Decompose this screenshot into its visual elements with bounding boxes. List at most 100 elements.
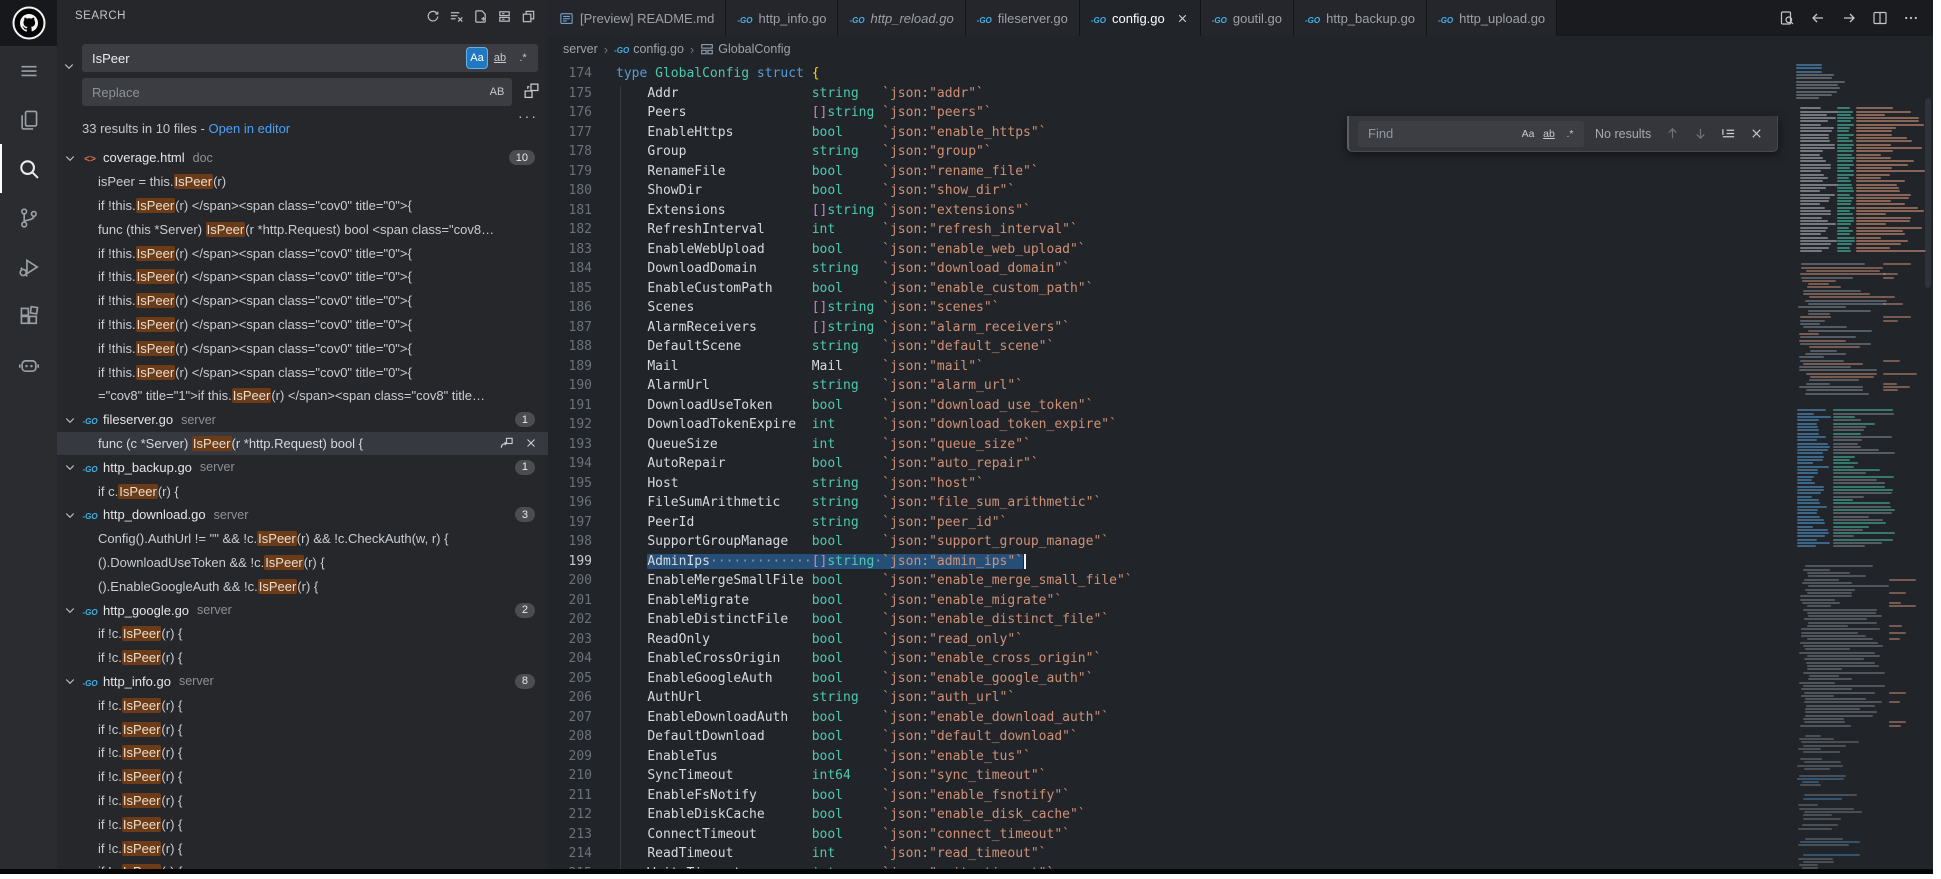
menu-icon[interactable] [0, 46, 57, 95]
search-result-match[interactable]: if !c.IsPeer(r) { [57, 741, 548, 765]
code-line: 196 FileSumArithmetic string `json:"file… [548, 493, 1793, 513]
search-result-match[interactable]: if c.IsPeer(r) { [57, 479, 548, 503]
toggle-replace-chevron[interactable] [59, 56, 79, 76]
close-tab-icon[interactable] [1176, 12, 1189, 25]
search-result-match[interactable]: if !c.IsPeer(r) { [57, 693, 548, 717]
search-result-match[interactable]: isPeer = this.IsPeer(r) [57, 170, 548, 194]
find-input[interactable] [1366, 125, 1515, 142]
code-editor[interactable]: 174type GlobalConfig struct {175 Addr st… [548, 62, 1933, 869]
code-line: 212 EnableDiskCache bool `json:"enable_d… [548, 805, 1793, 825]
code-line: 184 DownloadDomain string `json:"downloa… [548, 259, 1793, 279]
copilot-chat-icon[interactable] [0, 340, 57, 389]
search-result-match[interactable]: Config().AuthUrl != "" && !c.IsPeer(r) &… [57, 527, 548, 551]
breadcrumb-item[interactable]: GlobalConfig [700, 42, 790, 56]
search-result-match[interactable]: ().DownloadUseToken && !c.IsPeer(r) { [57, 551, 548, 575]
whole-word-toggle[interactable]: ab [490, 48, 510, 68]
markdown-preview-icon [559, 11, 574, 26]
search-result-match[interactable]: if !c.IsPeer(r) { [57, 789, 548, 813]
back-icon[interactable] [1810, 10, 1826, 26]
search-result-match[interactable]: if !this.IsPeer(r) </span><span class="c… [57, 313, 548, 337]
code-line: 213 ConnectTimeout bool `json:"connect_t… [548, 825, 1793, 845]
collapse-all-icon[interactable] [497, 9, 512, 24]
tab-http-backup.go[interactable]: -GOhttp_backup.go [1294, 0, 1427, 36]
match-count-badge: 3 [515, 507, 535, 522]
search-result-match[interactable]: func (c *Server) IsPeer(r *http.Request)… [57, 432, 548, 456]
tab-fileserver.go[interactable]: -GOfileserver.go [966, 0, 1080, 36]
next-match-icon[interactable] [1693, 126, 1708, 141]
search-result-match[interactable]: if !c.IsPeer(r) { [57, 812, 548, 836]
tab-http-upload.go[interactable]: -GOhttp_upload.go [1427, 0, 1557, 36]
preserve-case-toggle[interactable]: AB [487, 82, 507, 102]
search-result-match[interactable]: if !c.IsPeer(r) { [57, 765, 548, 789]
explorer-icon[interactable] [0, 95, 57, 144]
code-line: 186 Scenes []string `json:"scenes"` [548, 298, 1793, 318]
regex-toggle[interactable]: .* [513, 48, 533, 68]
close-find-icon[interactable] [1749, 126, 1764, 141]
split-editor-icon[interactable] [1872, 10, 1888, 26]
search-result-match[interactable]: if !c.IsPeer(r) { [57, 717, 548, 741]
search-icon[interactable] [0, 144, 57, 193]
run-debug-icon[interactable] [0, 242, 57, 291]
search-sidebar: SEARCH Aa ab .* AB ··· [57, 0, 548, 869]
toggle-search-details[interactable]: ··· [518, 108, 538, 124]
tab-http-info.go[interactable]: -GOhttp_info.go [726, 0, 838, 36]
clear-search-results-icon[interactable] [449, 9, 464, 24]
match-count-badge: 2 [515, 603, 535, 618]
search-result-match[interactable]: if !this.IsPeer(r) </span><span class="c… [57, 289, 548, 313]
previous-match-icon[interactable] [1665, 126, 1680, 141]
search-result-match[interactable]: func (this *Server) IsPeer(r *http.Reque… [57, 217, 548, 241]
open-new-search-editor-icon[interactable] [473, 9, 488, 24]
search-result-match[interactable]: if !this.IsPeer(r) </span><span class="c… [57, 194, 548, 218]
search-result-match[interactable]: if !this.IsPeer(r) </span><span class="c… [57, 265, 548, 289]
search-result-match[interactable]: if !c.IsPeer(r) { [57, 836, 548, 860]
minimap[interactable] [1793, 62, 1923, 869]
html-file-icon: <> [80, 150, 100, 165]
search-result-match[interactable]: if !c.IsPeer(r) { [57, 860, 548, 869]
search-result-file[interactable]: -GOhttp_info.goserver8 [57, 670, 548, 694]
replace-input[interactable] [90, 84, 483, 101]
search-result-match[interactable]: ().EnableGoogleAuth && !c.IsPeer(r) { [57, 574, 548, 598]
more-actions-icon[interactable] [1903, 10, 1919, 26]
search-input[interactable] [90, 50, 463, 67]
extensions-icon[interactable] [0, 291, 57, 340]
search-result-file[interactable]: -GOhttp_backup.goserver1 [57, 455, 548, 479]
open-in-editor-panel-icon[interactable] [521, 9, 536, 24]
breadcrumb-item[interactable]: server [563, 42, 598, 56]
search-result-file[interactable]: -GOhttp_google.goserver2 [57, 598, 548, 622]
breadcrumb-item[interactable]: -GOconfig.go [614, 42, 684, 56]
code-line: 190 AlarmUrl string `json:"alarm_url"` [548, 376, 1793, 396]
find-whole-word-toggle[interactable]: ab [1540, 125, 1558, 143]
find-in-selection-icon[interactable] [1721, 126, 1736, 141]
open-in-editor-link[interactable]: Open in editor [208, 121, 290, 136]
search-result-file[interactable]: -GOhttp_download.goserver3 [57, 503, 548, 527]
tab-goutil.go[interactable]: -GOgoutil.go [1201, 0, 1294, 36]
code-line: 204 EnableCrossOrigin bool `json:"enable… [548, 649, 1793, 669]
account-avatar[interactable] [0, 0, 57, 46]
code-line: 188 DefaultScene string `json:"default_s… [548, 337, 1793, 357]
tab-config.go[interactable]: -GOconfig.go [1080, 0, 1201, 36]
source-control-icon[interactable] [0, 193, 57, 242]
find-regex-toggle[interactable]: .* [1561, 125, 1579, 143]
search-result-match[interactable]: if !c.IsPeer(r) { [57, 646, 548, 670]
search-result-match[interactable]: if !this.IsPeer(r) </span><span class="c… [57, 336, 548, 360]
search-result-file[interactable]: -GOfileserver.goserver1 [57, 408, 548, 432]
code-line: 208 DefaultDownload bool `json:"default_… [548, 727, 1793, 747]
search-result-match[interactable]: ="cov8" title="1">if this.IsPeer(r) </sp… [57, 384, 548, 408]
replace-match-icon[interactable] [499, 436, 514, 451]
dismiss-match-icon[interactable] [524, 436, 538, 450]
search-result-match[interactable]: if !this.IsPeer(r) </span><span class="c… [57, 241, 548, 265]
open-changes-icon[interactable] [1779, 10, 1795, 26]
code-line: 201 EnableMigrate bool `json:"enable_mig… [548, 591, 1793, 611]
search-result-file[interactable]: <>coverage.htmldoc10 [57, 146, 548, 170]
find-match-case-toggle[interactable]: Aa [1519, 125, 1537, 143]
forward-icon[interactable] [1841, 10, 1857, 26]
replace-all-button[interactable] [523, 82, 540, 99]
match-case-toggle[interactable]: Aa [467, 48, 487, 68]
editor-scrollbar[interactable] [1923, 62, 1933, 869]
tab--preview-readme.md[interactable]: [Preview] README.md [548, 0, 726, 36]
code-line: 206 AuthUrl string `json:"auth_url"` [548, 688, 1793, 708]
search-result-match[interactable]: if !this.IsPeer(r) </span><span class="c… [57, 360, 548, 384]
refresh-icon[interactable] [425, 9, 440, 24]
search-result-match[interactable]: if !c.IsPeer(r) { [57, 622, 548, 646]
tab-http-reload.go[interactable]: -GOhttp_reload.go [838, 0, 965, 36]
